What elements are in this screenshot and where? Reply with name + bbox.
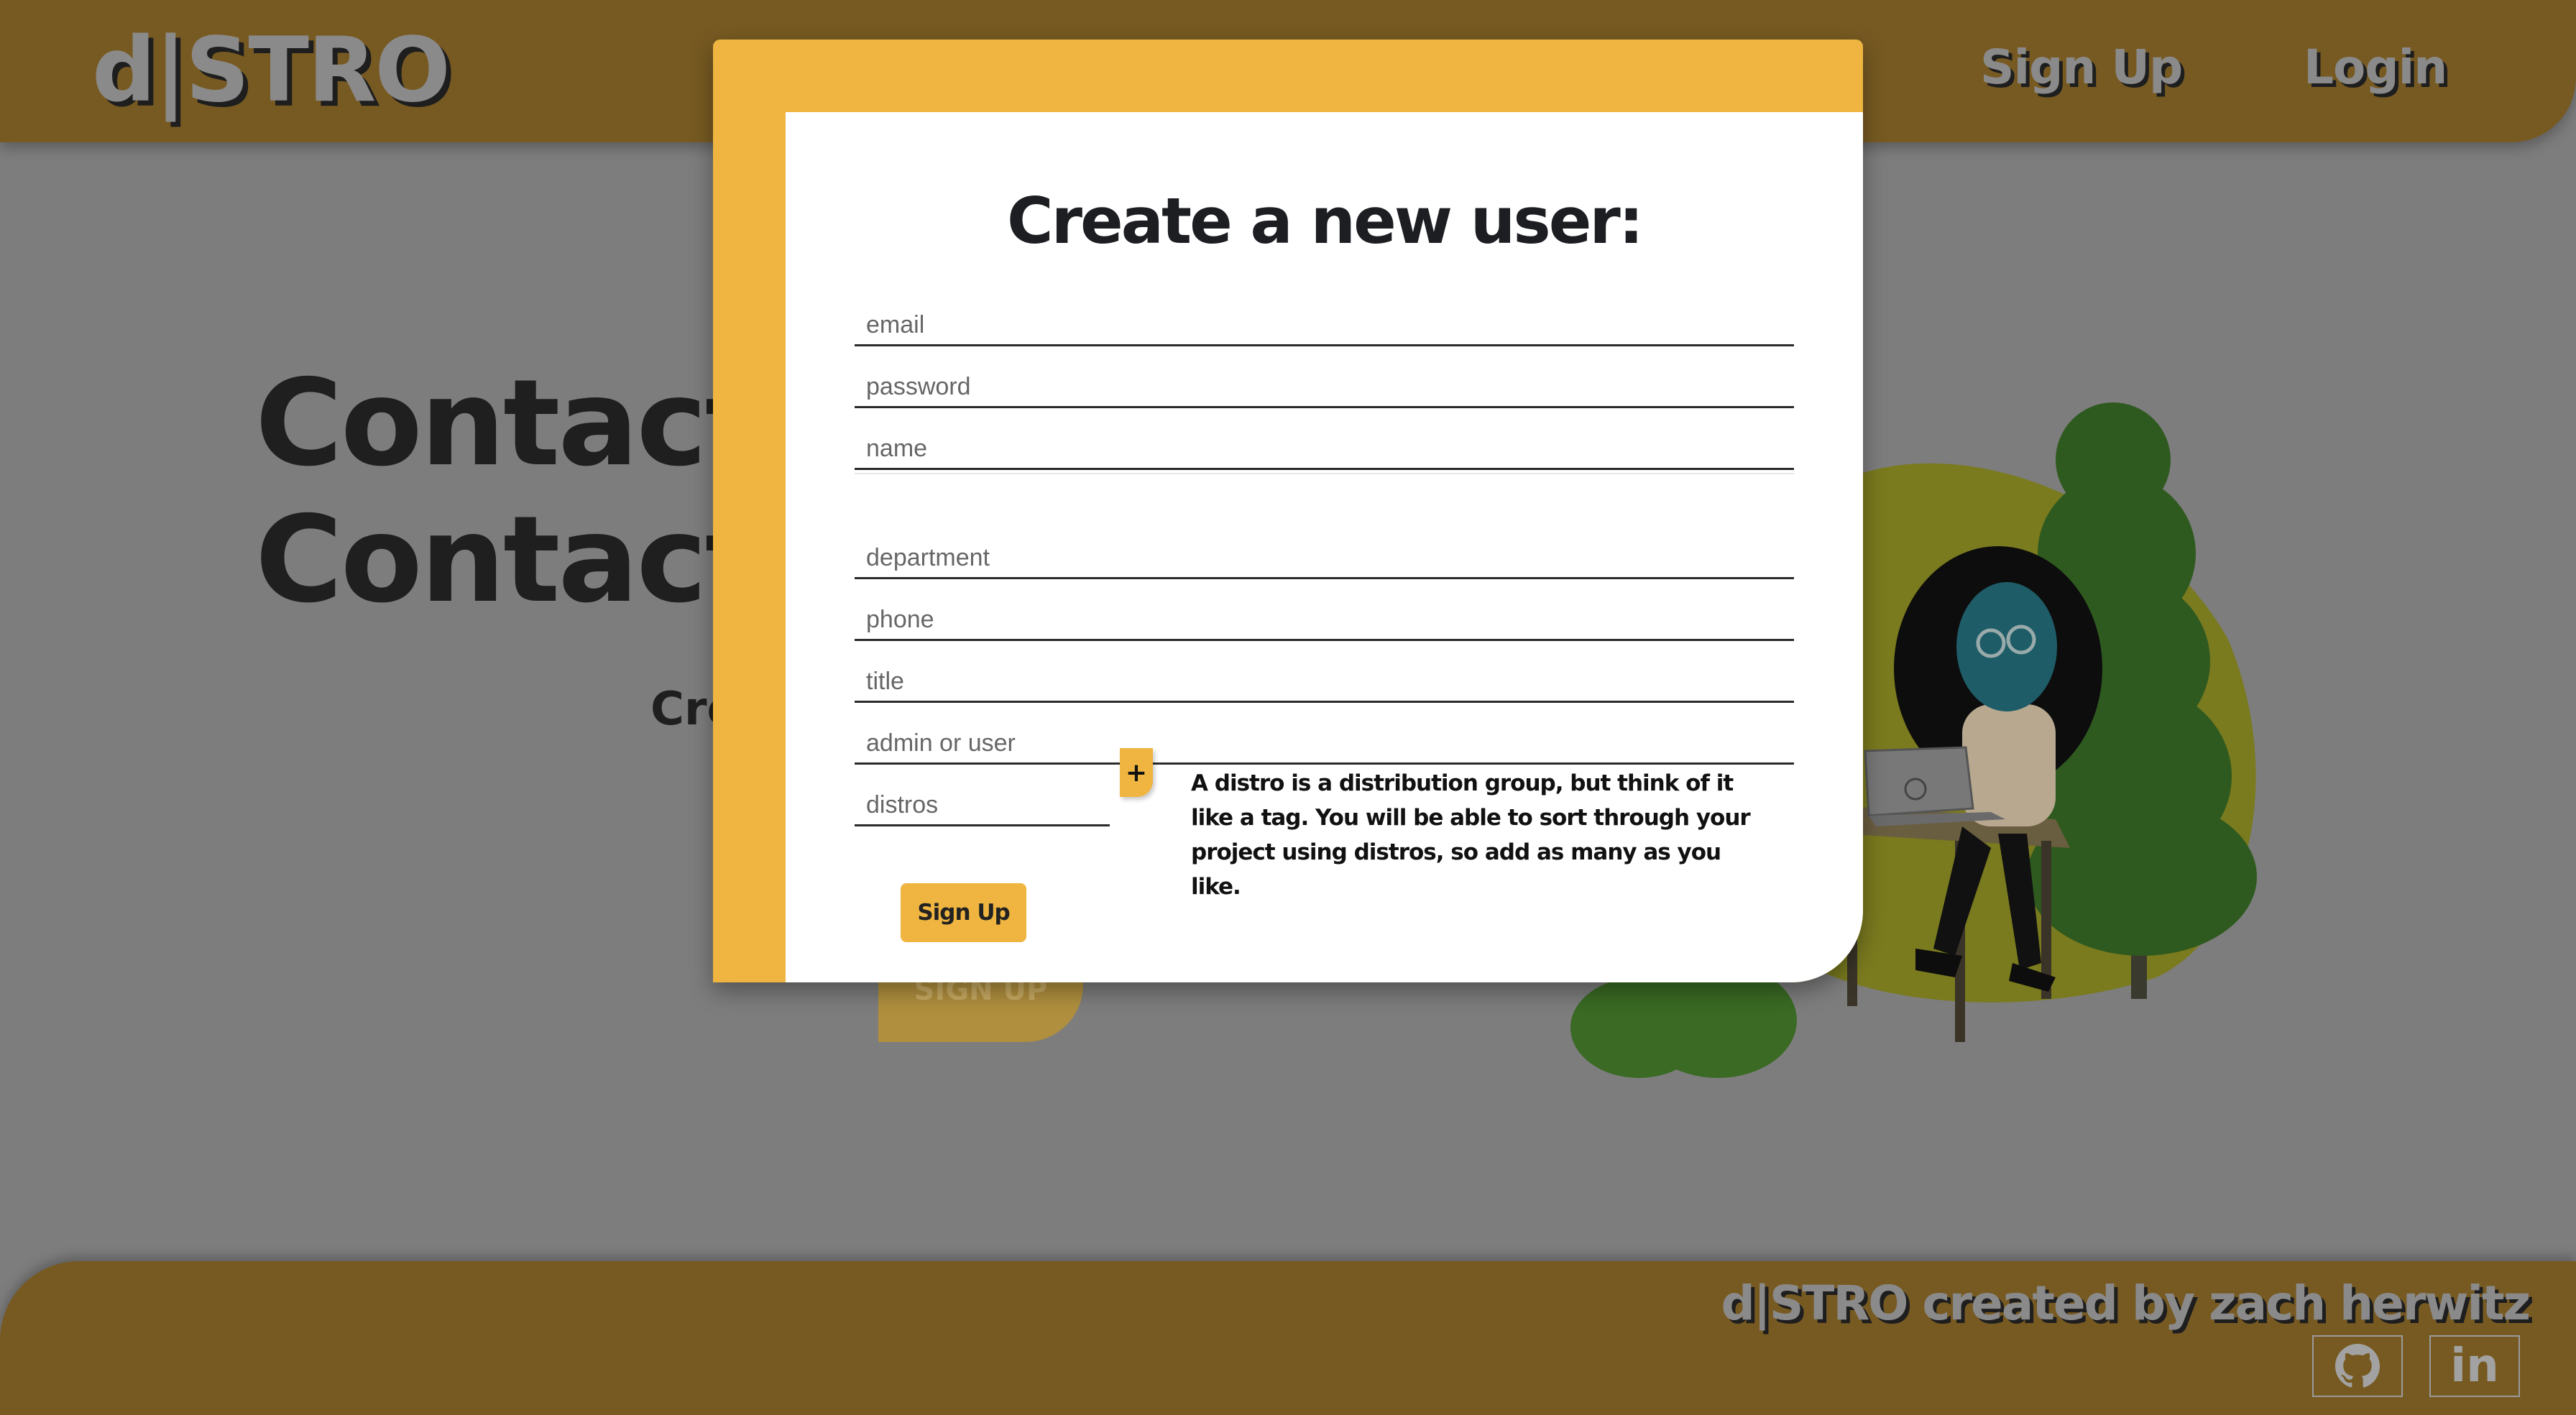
name-input[interactable]	[855, 430, 1794, 470]
footer-credit: d|STRO created by zach herwitz	[1721, 1276, 2531, 1331]
add-distro-button[interactable]: +	[1120, 748, 1153, 797]
modal-title: Create a new user:	[1006, 184, 1644, 258]
submit-signup-button[interactable]: Sign Up	[901, 883, 1026, 942]
field-divider	[855, 473, 1794, 474]
password-input[interactable]	[855, 368, 1794, 408]
github-icon	[2335, 1344, 2380, 1388]
department-input[interactable]	[855, 539, 1794, 579]
nav-signup-link[interactable]: Sign Up	[1980, 40, 2183, 95]
title-input[interactable]	[855, 663, 1794, 703]
create-user-form: Create a new user: + A distro is a distr…	[786, 112, 1863, 982]
create-user-modal: Create a new user: + A distro is a distr…	[713, 40, 1863, 982]
linkedin-link[interactable]: in	[2429, 1335, 2520, 1397]
nav-login-link[interactable]: Login	[2304, 40, 2447, 95]
phone-input[interactable]	[855, 601, 1794, 641]
email-input[interactable]	[855, 306, 1794, 346]
role-input[interactable]	[855, 724, 1794, 765]
github-link[interactable]	[2312, 1335, 2403, 1397]
distros-input[interactable]	[855, 786, 1110, 826]
distro-help-text: A distro is a distribution group, but th…	[1191, 770, 1751, 900]
brand-logo[interactable]: d|STRO	[92, 19, 451, 122]
linkedin-icon: in	[2450, 1340, 2499, 1393]
footer-bar: d|STRO created by zach herwitz in	[0, 1261, 2576, 1415]
